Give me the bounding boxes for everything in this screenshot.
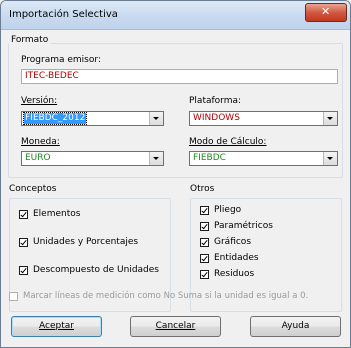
programa-emisor-label: Programa emisor: (21, 55, 101, 65)
moneda-select[interactable]: EURO (21, 151, 164, 166)
residuos-checkbox[interactable] (200, 270, 209, 279)
pliego-checkbox[interactable] (200, 206, 209, 215)
plataforma-select[interactable]: WINDOWS (189, 111, 338, 126)
dialog-title: Importación Selectiva (9, 9, 118, 20)
version-select[interactable]: FIEBDC_2012 (21, 111, 164, 126)
parametricos-label: Paramétricos (214, 221, 273, 231)
programa-emisor-field[interactable]: ITEC-BEDEC (21, 69, 338, 84)
chevron-down-icon[interactable] (323, 152, 337, 165)
modo-calculo-value: FIEBDC (193, 153, 226, 163)
version-value: FIEBDC_2012 (22, 112, 88, 125)
graficos-label: Gráficos (214, 237, 252, 247)
ayuda-button[interactable]: Ayuda (250, 316, 341, 337)
dialog-window: Importación Selectiva ✕ Formato Programa… (0, 0, 351, 348)
plataforma-label: Plataforma: (189, 96, 242, 106)
residuos-label: Residuos (214, 269, 255, 279)
moneda-value: EURO (25, 153, 51, 163)
graficos-checkbox[interactable] (200, 238, 209, 247)
modo-calculo-select[interactable]: FIEBDC (189, 151, 338, 166)
descompuesto-unidades-label: Descompuesto de Unidades (33, 265, 159, 275)
dialog-body: Formato Programa emisor: ITEC-BEDEC Vers… (6, 33, 345, 340)
close-button[interactable]: ✕ (305, 3, 347, 22)
version-label: Versión: (21, 96, 58, 106)
entidades-label: Entidades (214, 253, 259, 263)
marcar-lineas-checkbox[interactable] (9, 292, 18, 301)
chevron-down-icon[interactable] (323, 112, 337, 125)
title-bar: Importación Selectiva ✕ (1, 1, 350, 30)
elementos-label: Elementos (33, 209, 81, 219)
modo-calculo-label: Modo de Cálculo: (189, 137, 267, 147)
ayuda-label: Ayuda (281, 321, 310, 331)
otros-group-label: Otros (190, 184, 215, 194)
plataforma-value: WINDOWS (193, 113, 240, 123)
elementos-checkbox[interactable] (19, 210, 28, 219)
unidades-porcentajes-checkbox[interactable] (19, 238, 28, 247)
formato-group-label: Formato (9, 35, 51, 45)
cancelar-label: Cancelar (155, 321, 196, 331)
aceptar-label: Aceptar (39, 321, 74, 331)
close-icon: ✕ (321, 5, 331, 18)
cancelar-button[interactable]: Cancelar (130, 316, 221, 337)
chevron-down-icon[interactable] (149, 112, 163, 125)
unidades-porcentajes-label: Unidades y Porcentajes (33, 237, 139, 247)
moneda-label: Moneda: (21, 137, 60, 147)
pliego-label: Pliego (214, 205, 242, 215)
conceptos-group-label: Conceptos (9, 184, 57, 194)
parametricos-checkbox[interactable] (200, 222, 209, 231)
aceptar-button[interactable]: Aceptar (11, 316, 102, 337)
chevron-down-icon[interactable] (149, 152, 163, 165)
descompuesto-unidades-checkbox[interactable] (19, 266, 28, 275)
entidades-checkbox[interactable] (200, 254, 209, 263)
marcar-lineas-label: Marcar líneas de medición como No Suma s… (23, 291, 309, 301)
